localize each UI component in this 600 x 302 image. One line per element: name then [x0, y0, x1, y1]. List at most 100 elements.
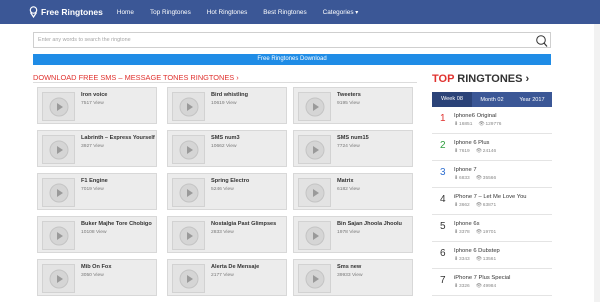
ringtone-card[interactable]: Sms new 39933 View — [293, 259, 413, 296]
ringtone-card[interactable]: Buker Majhe Tore Chobigo 10108 View — [37, 216, 157, 253]
nav-links: Home Top Ringtones Hot Ringtones Best Ri… — [117, 9, 374, 16]
list-item[interactable]: 6 Iphone 6 Dubstep ⬇3343 👁13561 — [432, 242, 552, 269]
download-banner[interactable]: Free Ringtones Download — [33, 54, 551, 65]
brand-logo[interactable]: Free Ringtones — [29, 6, 103, 18]
nav-link-home[interactable]: Home — [117, 9, 134, 16]
ringtone-card[interactable]: Iron voice 7517 View — [37, 87, 157, 124]
play-button[interactable] — [172, 178, 205, 207]
rank-number: 5 — [440, 221, 446, 232]
play-icon — [49, 183, 69, 203]
nav-link-categories-dropdown[interactable]: Categories — [323, 9, 359, 16]
play-icon — [49, 269, 69, 289]
view-count: 7517 View — [81, 100, 104, 106]
top-ringtones-heading[interactable]: TOP RINGTONES › — [432, 73, 529, 85]
view-count: 13561 — [482, 257, 497, 262]
ringtone-title[interactable]: Spring Electro — [211, 178, 249, 184]
page-scrollbar[interactable] — [594, 24, 600, 302]
ringtone-stats: ⬇3343 👁13561 — [454, 257, 496, 262]
list-item[interactable]: 5 Iphone 6s ⬇3378 👁19701 — [432, 215, 552, 242]
play-button[interactable] — [172, 264, 205, 293]
ringtone-title[interactable]: Mib On Fox — [81, 264, 111, 270]
ringtone-title[interactable]: F1 Engine — [81, 178, 108, 184]
play-icon — [305, 226, 325, 246]
ringtone-title[interactable]: Iphone 6s — [454, 221, 479, 227]
ringtone-card[interactable]: F1 Engine 7019 View — [37, 173, 157, 210]
play-button[interactable] — [172, 92, 205, 121]
play-button[interactable] — [298, 92, 331, 121]
ringtone-title[interactable]: Sms new — [337, 264, 361, 270]
ringtone-stats: ⬇6833 👁35566 — [454, 176, 496, 181]
section-heading[interactable]: DOWNLOAD FREE SMS – MESSAGE TONES RINGTO… — [33, 73, 239, 82]
eye-icon: 👁 — [475, 176, 482, 181]
ringtone-title[interactable]: SMS num15 — [337, 135, 369, 141]
play-button[interactable] — [172, 221, 205, 250]
ringtone-card[interactable]: SMS num3 10662 View — [167, 130, 287, 167]
ringtone-title[interactable]: Nostalgia Past Glimpses — [211, 221, 276, 227]
ringtone-title[interactable]: Iphone 7 — [454, 167, 477, 173]
play-button[interactable] — [298, 178, 331, 207]
play-icon — [305, 183, 325, 203]
ringtone-card[interactable]: Spring Electro 5246 View — [167, 173, 287, 210]
play-icon — [179, 226, 199, 246]
search-icon[interactable] — [534, 34, 548, 48]
ringtone-card[interactable]: Nostalgia Past Glimpses 2833 View — [167, 216, 287, 253]
ringtone-title[interactable]: Bin Sajan Jhoola Jhoolu — [337, 221, 402, 227]
ringtone-title[interactable]: Labrinth – Express Yourself — [81, 135, 155, 141]
view-count: 3050 View — [81, 272, 104, 278]
list-item[interactable]: 2 Iphone 6 Plus ⬇7619 👁24146 — [432, 134, 552, 161]
ringtone-title[interactable]: Iron voice — [81, 92, 107, 98]
play-button[interactable] — [172, 135, 205, 164]
nav-link-top-ringtones[interactable]: Top Ringtones — [150, 9, 191, 16]
ringtone-title[interactable]: iPhone 7 Plus Special — [454, 275, 510, 281]
list-item[interactable]: 4 iPhone 7 – Let Me Love You ⬇3662 👁63871 — [432, 188, 552, 215]
view-count: 24146 — [482, 149, 497, 154]
play-icon — [49, 97, 69, 117]
download-count: 3343 — [459, 257, 470, 262]
ringtone-title[interactable]: Iphone6 Original — [454, 113, 497, 119]
ringtone-card[interactable]: Bird whistling 10619 View — [167, 87, 287, 124]
play-button[interactable] — [42, 178, 75, 207]
list-item[interactable]: 1 Iphone6 Original ⬇16851 👁129776 — [432, 107, 552, 134]
list-item[interactable]: 3 Iphone 7 ⬇6833 👁35566 — [432, 161, 552, 188]
tab-week[interactable]: Week 08 — [432, 92, 472, 107]
ringtone-stats: ⬇16851 👁129776 — [454, 122, 501, 127]
rank-number: 4 — [440, 194, 446, 205]
search-input[interactable] — [38, 33, 518, 47]
ringtone-title[interactable]: Bird whistling — [211, 92, 248, 98]
nav-link-hot-ringtones[interactable]: Hot Ringtones — [207, 9, 248, 16]
view-count: 129776 — [485, 122, 502, 127]
play-button[interactable] — [42, 264, 75, 293]
nav-link-best-ringtones[interactable]: Best Ringtones — [263, 9, 306, 16]
tab-year[interactable]: Year 2017 — [512, 97, 552, 103]
play-icon — [179, 183, 199, 203]
ringtone-title[interactable]: Buker Majhe Tore Chobigo — [81, 221, 152, 227]
play-icon — [49, 226, 69, 246]
ringtone-card[interactable]: SMS num15 7724 View — [293, 130, 413, 167]
ringtone-card[interactable]: Labrinth – Express Yourself 3927 View — [37, 130, 157, 167]
list-item[interactable]: 7 iPhone 7 Plus Special ⬇3326 👁49984 — [432, 269, 552, 296]
ringtone-logo-icon — [29, 6, 38, 18]
tab-month[interactable]: Month 02 — [472, 97, 512, 103]
play-button[interactable] — [42, 92, 75, 121]
ringtone-title[interactable]: iPhone 7 – Let Me Love You — [454, 194, 527, 200]
ringtone-title[interactable]: Iphone 6 Plus — [454, 140, 489, 146]
view-count: 2177 View — [211, 272, 234, 278]
play-button[interactable] — [42, 221, 75, 250]
ringtone-card[interactable]: Matrix 6182 View — [293, 173, 413, 210]
play-button[interactable] — [298, 221, 331, 250]
view-count: 35566 — [482, 176, 497, 181]
play-button[interactable] — [298, 264, 331, 293]
ringtone-card[interactable]: Alerta De Mensaje 2177 View — [167, 259, 287, 296]
ringtone-card[interactable]: Tweeters 9195 View — [293, 87, 413, 124]
play-button[interactable] — [298, 135, 331, 164]
ringtone-title[interactable]: Matrix — [337, 178, 353, 184]
ringtone-title[interactable]: Tweeters — [337, 92, 361, 98]
play-button[interactable] — [42, 135, 75, 164]
view-count: 3927 View — [81, 143, 104, 149]
eye-icon: 👁 — [475, 257, 482, 262]
ringtone-card[interactable]: Bin Sajan Jhoola Jhoolu 1978 View — [293, 216, 413, 253]
ringtone-title[interactable]: SMS num3 — [211, 135, 240, 141]
ringtone-card[interactable]: Mib On Fox 3050 View — [37, 259, 157, 296]
ringtone-title[interactable]: Iphone 6 Dubstep — [454, 248, 500, 254]
ringtone-title[interactable]: Alerta De Mensaje — [211, 264, 259, 270]
